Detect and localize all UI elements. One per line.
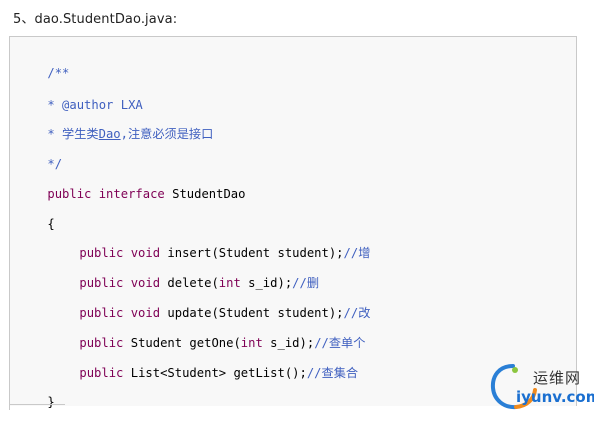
code-line-5: public interface StudentDao bbox=[18, 167, 245, 201]
code-text: List<Student> getList(); bbox=[123, 366, 307, 380]
dao-link[interactable]: Dao bbox=[99, 127, 121, 141]
code-line-2: * @author LXA bbox=[18, 78, 142, 112]
site-watermark: 运维网 iyunv.com bbox=[489, 362, 594, 410]
watermark-text-cn: 运维网 bbox=[533, 369, 582, 387]
code-line-9: public void update(Student student);//改 bbox=[50, 286, 370, 320]
code-line-7: public void insert(Student student);//增 bbox=[50, 226, 370, 260]
keyword: public interface bbox=[47, 187, 165, 201]
code-line-1: /** bbox=[18, 46, 69, 80]
code-line-3: * 学生类Dao,注意必须是接口 bbox=[18, 107, 213, 141]
inline-comment: //查集合 bbox=[306, 366, 359, 380]
code-line-6: { bbox=[18, 197, 54, 231]
code-line-12: } bbox=[18, 375, 54, 409]
keyword: public bbox=[79, 366, 124, 380]
inline-comment: //增 bbox=[343, 246, 371, 260]
comment-text: ,注意必须是接口 bbox=[120, 127, 214, 141]
code-line-11: public List<Student> getList();//查集合 bbox=[50, 346, 358, 380]
code-block: /** * @author LXA * 学生类Dao,注意必须是接口 */ pu… bbox=[9, 36, 577, 409]
code-line-8: public void delete(int s_id);//删 bbox=[50, 256, 319, 290]
code-text: StudentDao bbox=[164, 187, 246, 201]
section-heading: 5、dao.StudentDao.java: bbox=[13, 12, 178, 27]
horizontal-scrollbar[interactable] bbox=[9, 404, 65, 410]
code-line-4: */ bbox=[18, 137, 62, 171]
watermark-text-domain: iyunv.com bbox=[516, 388, 594, 406]
code-line-10: public Student getOne(int s_id);//查单个 bbox=[50, 316, 365, 350]
